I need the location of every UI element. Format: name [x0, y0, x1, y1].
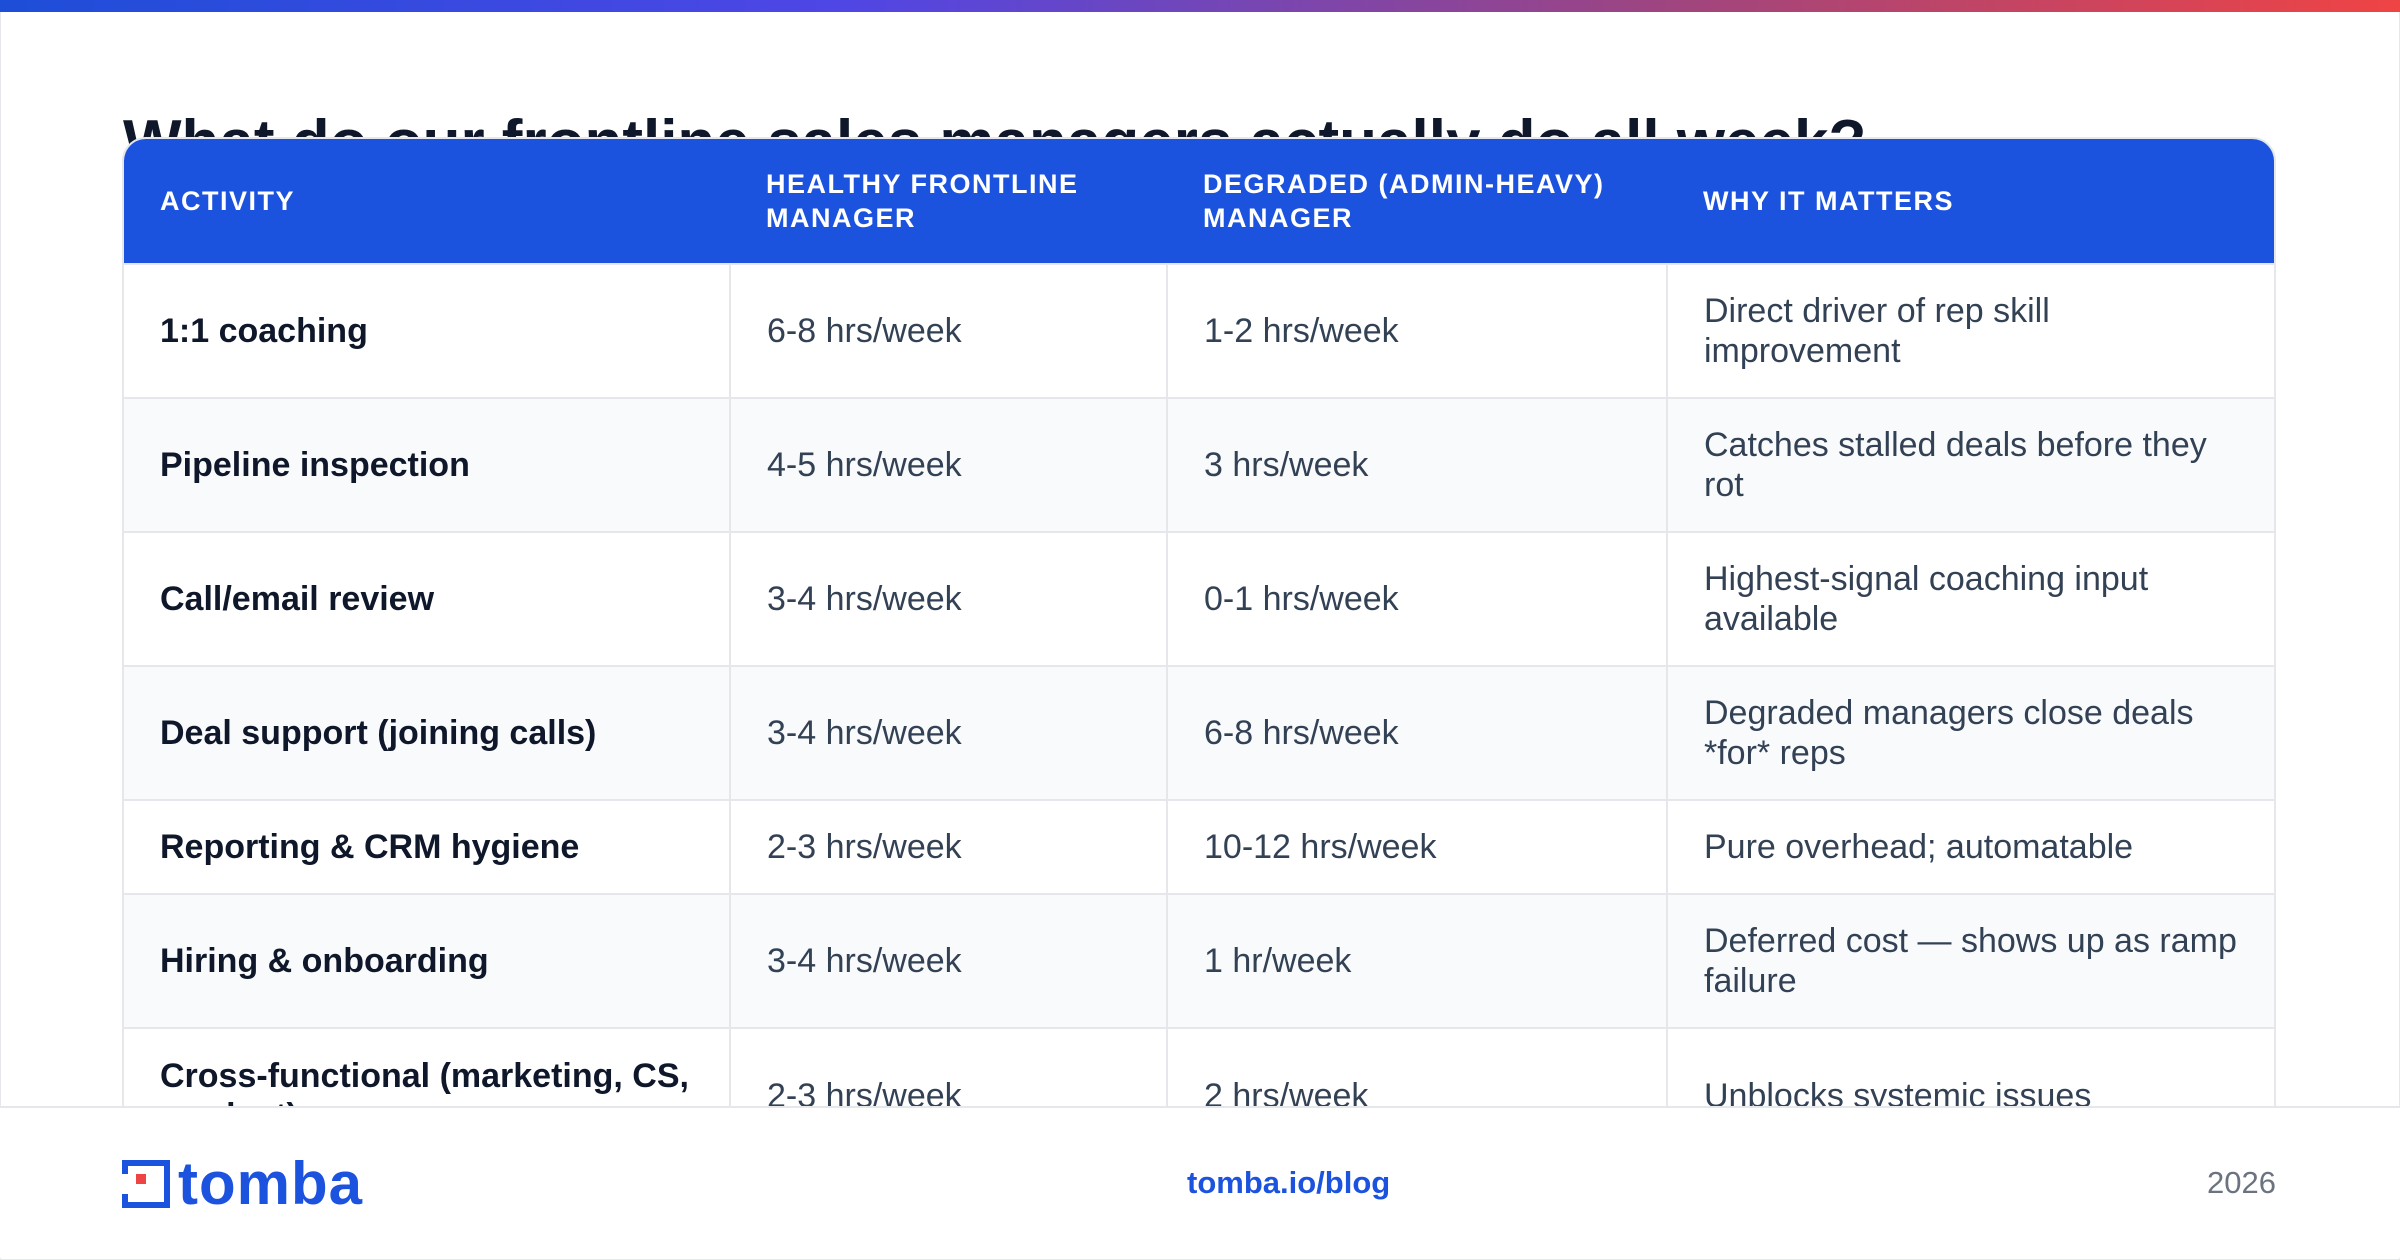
table-header-row: ACTIVITY HEALTHY FRONTLINE MANAGER DEGRA… [124, 139, 2274, 264]
cell-degraded-hours: 3 hrs/week [1166, 397, 1667, 532]
top-accent-bar [0, 0, 2400, 12]
cell-why-it-matters: Pure overhead; automatable [1666, 799, 2274, 894]
tomba-logo-icon [122, 1160, 170, 1208]
table-row: Reporting & CRM hygiene 2-3 hrs/week 10-… [124, 799, 2274, 894]
cell-activity: Deal support (joining calls) [124, 665, 730, 800]
logo-wordmark: tomba [178, 1150, 363, 1217]
cell-degraded-hours: 1 hr/week [1166, 893, 1667, 1028]
cell-healthy-hours: 4-5 hrs/week [729, 397, 1167, 532]
cell-activity: Reporting & CRM hygiene [124, 799, 730, 894]
table-row: 1:1 coaching 6-8 hrs/week 1-2 hrs/week D… [124, 263, 2274, 398]
cell-why-it-matters: Deferred cost — shows up as ramp failure [1666, 893, 2274, 1028]
cell-degraded-hours: 6-8 hrs/week [1166, 665, 1667, 800]
table-row: Pipeline inspection 4-5 hrs/week 3 hrs/w… [124, 397, 2274, 532]
cell-why-it-matters: Highest-signal coaching input available [1666, 531, 2274, 666]
cell-activity: Call/email review [124, 531, 730, 666]
comparison-table-card: ACTIVITY HEALTHY FRONTLINE MANAGER DEGRA… [122, 137, 2276, 1161]
cell-activity: 1:1 coaching [124, 263, 730, 398]
column-header-activity: ACTIVITY [160, 186, 296, 216]
cell-why-it-matters: Direct driver of rep skill improvement [1666, 263, 2274, 398]
cell-healthy-hours: 3-4 hrs/week [729, 893, 1167, 1028]
cell-why-it-matters: Degraded managers close deals *for* reps [1666, 665, 2274, 800]
cell-healthy-hours: 3-4 hrs/week [729, 665, 1167, 800]
cell-why-it-matters: Catches stalled deals before they rot [1666, 397, 2274, 532]
cell-healthy-hours: 2-3 hrs/week [729, 799, 1167, 894]
column-header-degraded-manager: DEGRADED (ADMIN-HEAVY) MANAGER [1203, 169, 1605, 233]
column-header-why-it-matters: WHY IT MATTERS [1703, 186, 1954, 216]
cell-healthy-hours: 3-4 hrs/week [729, 531, 1167, 666]
blog-link[interactable]: tomba.io/blog [1187, 1165, 1390, 1201]
cell-degraded-hours: 0-1 hrs/week [1166, 531, 1667, 666]
comparison-table: ACTIVITY HEALTHY FRONTLINE MANAGER DEGRA… [124, 139, 2274, 1159]
cell-activity: Hiring & onboarding [124, 893, 730, 1028]
cell-healthy-hours: 6-8 hrs/week [729, 263, 1167, 398]
table-row: Call/email review 3-4 hrs/week 0-1 hrs/w… [124, 531, 2274, 666]
cell-activity: Pipeline inspection [124, 397, 730, 532]
cell-degraded-hours: 1-2 hrs/week [1166, 263, 1667, 398]
column-header-healthy-manager: HEALTHY FRONTLINE MANAGER [766, 169, 1079, 233]
footer-year: 2026 [2207, 1165, 2276, 1200]
tomba-logo: tomba [122, 1154, 363, 1214]
table-row: Deal support (joining calls) 3-4 hrs/wee… [124, 665, 2274, 800]
table-row: Hiring & onboarding 3-4 hrs/week 1 hr/we… [124, 893, 2274, 1028]
cell-degraded-hours: 10-12 hrs/week [1166, 799, 1667, 894]
